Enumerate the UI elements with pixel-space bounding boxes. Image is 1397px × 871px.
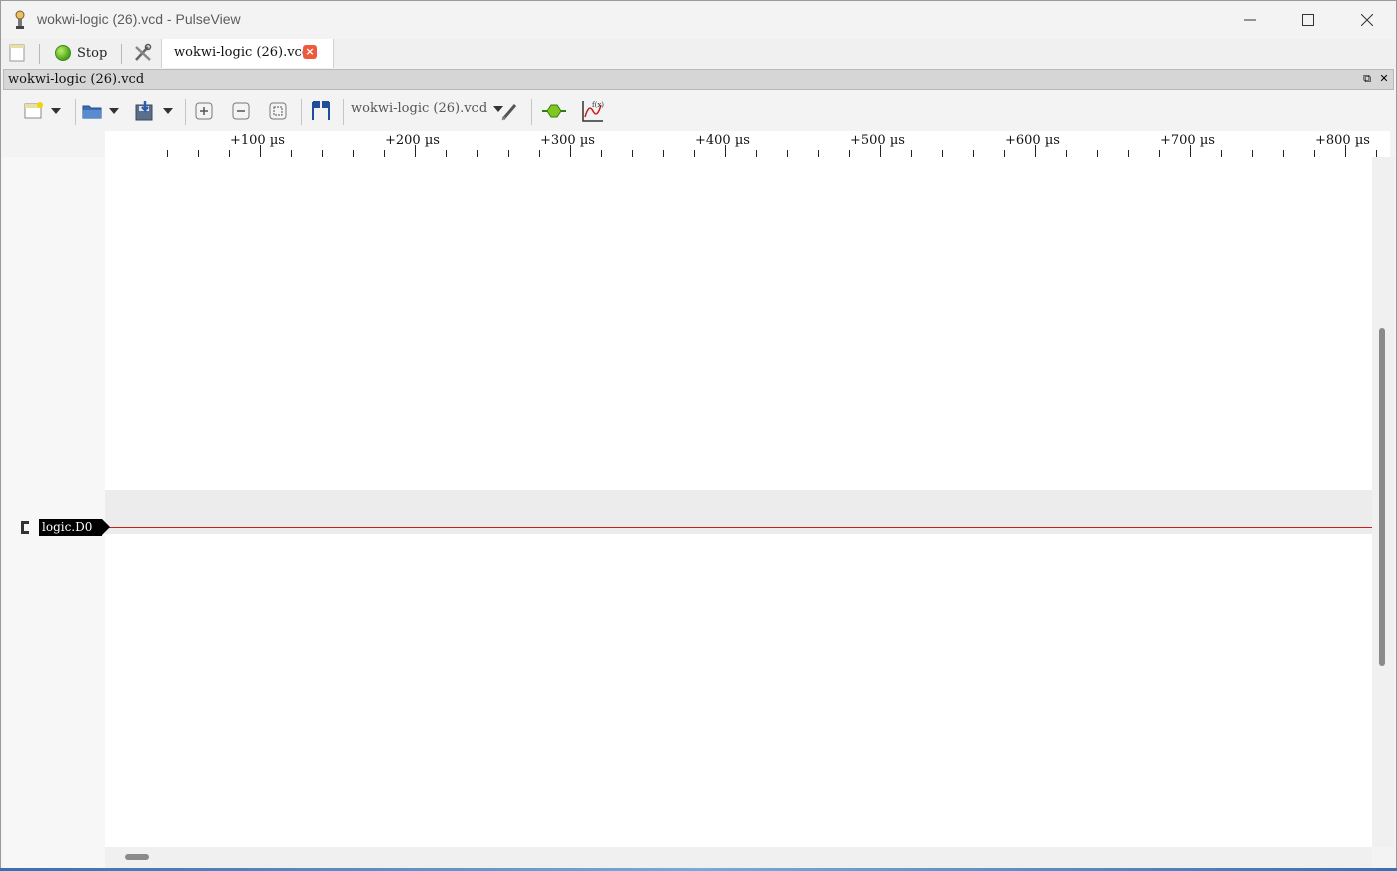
close-dock-icon[interactable]: ✕: [1377, 72, 1391, 86]
separator: [531, 99, 532, 125]
device-select[interactable]: wokwi-logic (26).vcd: [351, 101, 504, 116]
separator: [343, 99, 344, 125]
ruler-tick-label: +500 µs: [850, 133, 905, 148]
separator: [121, 44, 122, 64]
math-signal-icon: f(x): [582, 101, 604, 122]
stop-label: Stop: [77, 45, 108, 61]
configure-probe-button[interactable]: [499, 98, 521, 124]
logic-channel-icon[interactable]: [18, 519, 31, 536]
ruler-tick-label: +400 µs: [695, 133, 750, 148]
separator: [39, 44, 40, 64]
tab-close-icon[interactable]: ×: [303, 45, 317, 59]
zoom-in-button[interactable]: [194, 98, 214, 124]
save-icon: [135, 101, 153, 121]
maximize-icon: [1302, 14, 1314, 26]
ruler-gutter: [3, 131, 105, 157]
new-session-dropdown[interactable]: [23, 98, 61, 124]
device-select-value: wokwi-logic (26).vcd: [351, 101, 488, 116]
separator: [75, 99, 76, 125]
horizontal-scrollbar[interactable]: [105, 847, 1372, 869]
svg-text:f(x): f(x): [592, 101, 604, 109]
settings-icon: [135, 43, 152, 61]
stop-status-icon: [55, 45, 71, 61]
maximize-button[interactable]: [1279, 1, 1337, 39]
minimize-icon: [1244, 19, 1256, 21]
tab-session-file[interactable]: wokwi-logic (26).vcd ×: [161, 39, 334, 68]
separator: [185, 99, 186, 125]
close-button[interactable]: [1338, 1, 1396, 39]
time-ruler[interactable]: +100 µs +200 µs +300 µs +400 µs +500 µs +600 …: [105, 131, 1390, 157]
ruler-tick-label: +800 µs: [1315, 133, 1370, 148]
zoom-fit-icon: [269, 102, 287, 120]
signal-trace-logic-d0: [105, 527, 1372, 528]
horizontal-scrollbar-thumb[interactable]: [125, 854, 149, 860]
new-session-icon: [9, 44, 25, 62]
open-dropdown[interactable]: [81, 98, 119, 124]
cursor-pair-button[interactable]: [309, 98, 333, 124]
tab-label: wokwi-logic (26).vcd: [174, 45, 311, 60]
float-dock-icon[interactable]: ⧉: [1360, 72, 1374, 86]
ruler-tick-label: +700 µs: [1160, 133, 1215, 148]
open-folder-icon: [82, 105, 102, 119]
close-icon: [1361, 14, 1373, 26]
ruler-tick-label: +100 µs: [230, 133, 285, 148]
run-stop-button[interactable]: Stop: [51, 41, 111, 65]
title-bar: wokwi-logic (26).vcd - PulseView: [1, 1, 1396, 39]
save-dropdown[interactable]: [133, 98, 173, 124]
channel-label-logic-d0[interactable]: logic.D0: [39, 519, 111, 536]
settings-button[interactable]: [133, 41, 155, 65]
session-dock-header: wokwi-logic (26).vcd ⧉ ✕: [3, 69, 1394, 90]
chevron-down-icon: [51, 108, 61, 114]
decoder-icon: [542, 104, 566, 118]
pulseview-window: wokwi-logic (26).vcd - PulseView Stop wo…: [0, 0, 1397, 871]
session-title: wokwi-logic (26).vcd: [8, 72, 145, 87]
new-session-icon: [24, 102, 43, 119]
cursor-pair-icon: [312, 101, 330, 120]
zoom-fit-button[interactable]: [268, 98, 288, 124]
session-toolbar: wokwi-logic (26).vcd f(x): [3, 91, 1394, 131]
add-decoder-button[interactable]: [541, 98, 567, 124]
zoom-out-button[interactable]: [231, 98, 251, 124]
chevron-down-icon: [109, 108, 119, 114]
new-session-button[interactable]: [9, 41, 29, 65]
probe-icon: [501, 104, 517, 121]
zoom-out-icon: [232, 102, 250, 120]
channel-header-panel: [3, 157, 105, 869]
add-math-signal-button[interactable]: f(x): [579, 98, 605, 124]
minimize-button[interactable]: [1221, 1, 1279, 39]
ruler-tick-label: +600 µs: [1005, 133, 1060, 148]
zoom-in-icon: [195, 102, 213, 120]
pulseview-icon: [15, 10, 25, 29]
ruler-tick-label: +200 µs: [385, 133, 440, 148]
chevron-down-icon: [163, 108, 173, 114]
window-title: wokwi-logic (26).vcd - PulseView: [37, 11, 241, 27]
ruler-tick-label: +300 µs: [540, 133, 595, 148]
vertical-scrollbar-thumb[interactable]: [1379, 328, 1385, 666]
separator: [301, 99, 302, 125]
